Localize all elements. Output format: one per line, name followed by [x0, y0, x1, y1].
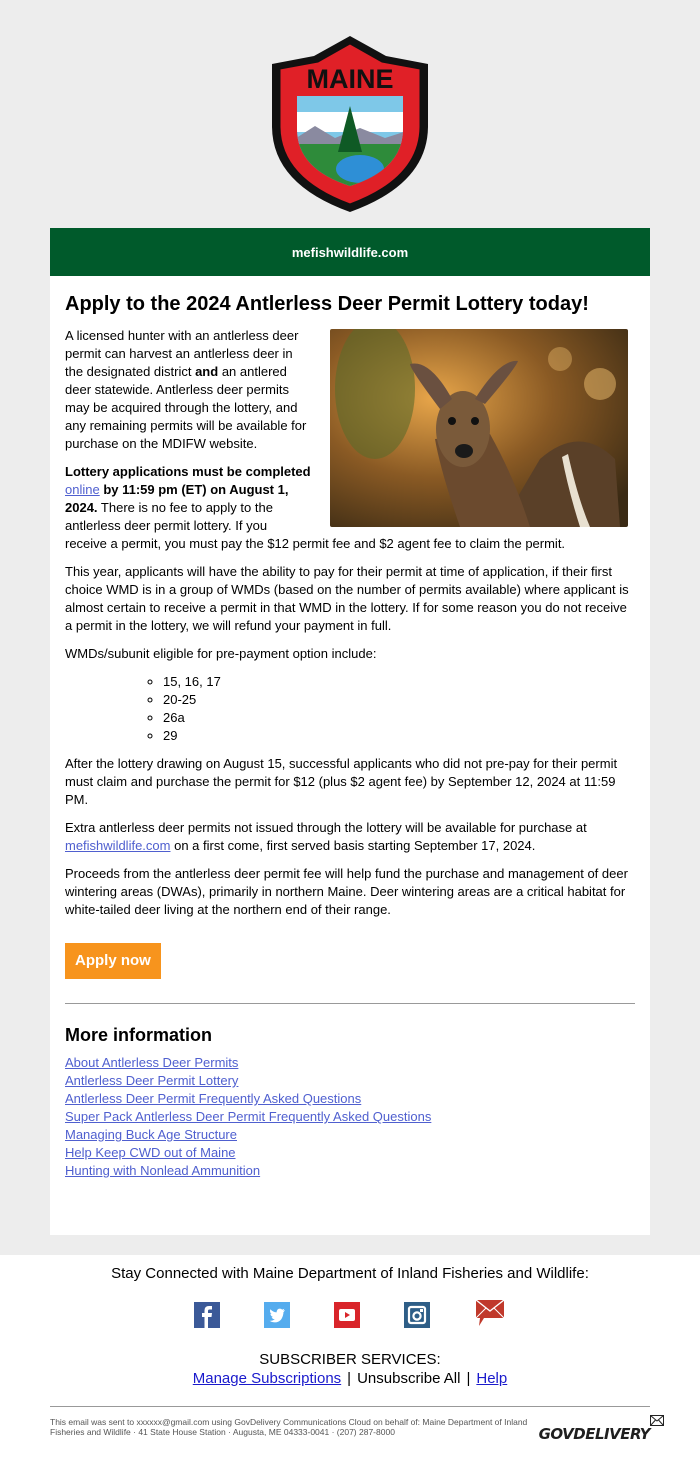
more-info-title: More information: [65, 1025, 212, 1045]
more-info-link[interactable]: Hunting with Nonlead Ammunition: [65, 1162, 635, 1180]
wmd-list: 15, 16, 17 20-25 26a 29: [65, 673, 635, 745]
more-info-links: About Antlerless Deer Permits Antlerless…: [65, 1054, 635, 1180]
govdelivery-logo[interactable]: GOVDELIVERY: [538, 1415, 664, 1443]
footer: Stay Connected with Maine Department of …: [0, 1255, 700, 1447]
more-info-link[interactable]: Antlerless Deer Permit Lottery: [65, 1072, 635, 1090]
section-divider: [65, 1003, 635, 1004]
site-banner: mefishwildlife.com: [50, 228, 650, 276]
help-link[interactable]: Help: [476, 1370, 507, 1387]
claim-paragraph: After the lottery drawing on August 15, …: [65, 756, 618, 807]
wmd-list-item: 20-25: [163, 691, 635, 709]
subscriber-services: SUBSCRIBER SERVICES: Manage Subscription…: [0, 1350, 700, 1388]
wmd-list-item: 15, 16, 17: [163, 673, 635, 691]
extra-permits-paragraph: Extra antlerless deer permits not issued…: [65, 820, 587, 853]
envelope-icon: [650, 1415, 664, 1426]
separator: |: [466, 1370, 471, 1387]
wmd-list-item: 29: [163, 727, 635, 745]
more-info-link[interactable]: Antlerless Deer Permit Frequently Asked …: [65, 1090, 635, 1108]
legal-bar: This email was sent to xxxxxx@gmail.com …: [50, 1406, 664, 1443]
instagram-icon[interactable]: [404, 1302, 430, 1328]
prepay-paragraph: This year, applicants will have the abil…: [65, 564, 629, 633]
subscriber-services-label: SUBSCRIBER SERVICES:: [259, 1351, 441, 1368]
wmd-intro: WMDs/subunit eligible for pre-payment op…: [65, 646, 377, 661]
more-info-link[interactable]: Super Pack Antlerless Deer Permit Freque…: [65, 1108, 635, 1126]
apply-now-button[interactable]: Apply now: [65, 943, 161, 979]
header-area: MAINE mefishwildlife.com Apply to the 20…: [0, 0, 700, 1255]
unsubscribe-all-text[interactable]: Unsubscribe All: [357, 1370, 460, 1387]
twitter-icon[interactable]: [264, 1302, 290, 1328]
govdelivery-brand-text: GOVDELIVERY: [538, 1425, 651, 1443]
facebook-icon[interactable]: [194, 1302, 220, 1328]
mefishwildlife-link[interactable]: mefishwildlife.com: [65, 838, 170, 853]
social-icons: [0, 1299, 700, 1328]
email-card: mefishwildlife.com Apply to the 2024 Ant…: [50, 228, 650, 1235]
more-info-link[interactable]: Managing Buck Age Structure: [65, 1126, 635, 1144]
deer-photo-icon: [330, 329, 628, 527]
manage-subscriptions-link[interactable]: Manage Subscriptions: [193, 1370, 341, 1387]
youtube-icon[interactable]: [334, 1302, 360, 1328]
online-link[interactable]: online: [65, 482, 100, 497]
wmd-list-item: 26a: [163, 709, 635, 727]
email-icon[interactable]: [474, 1296, 506, 1328]
more-info-link[interactable]: Help Keep CWD out of Maine: [65, 1144, 635, 1162]
article-title: Apply to the 2024 Antlerless Deer Permit…: [65, 293, 589, 315]
maine-ifw-logo-icon[interactable]: MAINE: [270, 34, 430, 214]
logo-maine-text: MAINE: [307, 64, 394, 94]
banner-site-link[interactable]: mefishwildlife.com: [292, 245, 408, 260]
legal-text: This email was sent to xxxxxx@gmail.com …: [50, 1417, 528, 1437]
more-info-link[interactable]: About Antlerless Deer Permits: [65, 1054, 635, 1072]
separator: |: [347, 1370, 352, 1387]
stay-connected-text: Stay Connected with Maine Department of …: [111, 1265, 589, 1282]
article-content: Apply to the 2024 Antlerless Deer Permit…: [50, 276, 650, 1235]
proceeds-paragraph: Proceeds from the antlerless deer permit…: [65, 866, 628, 917]
